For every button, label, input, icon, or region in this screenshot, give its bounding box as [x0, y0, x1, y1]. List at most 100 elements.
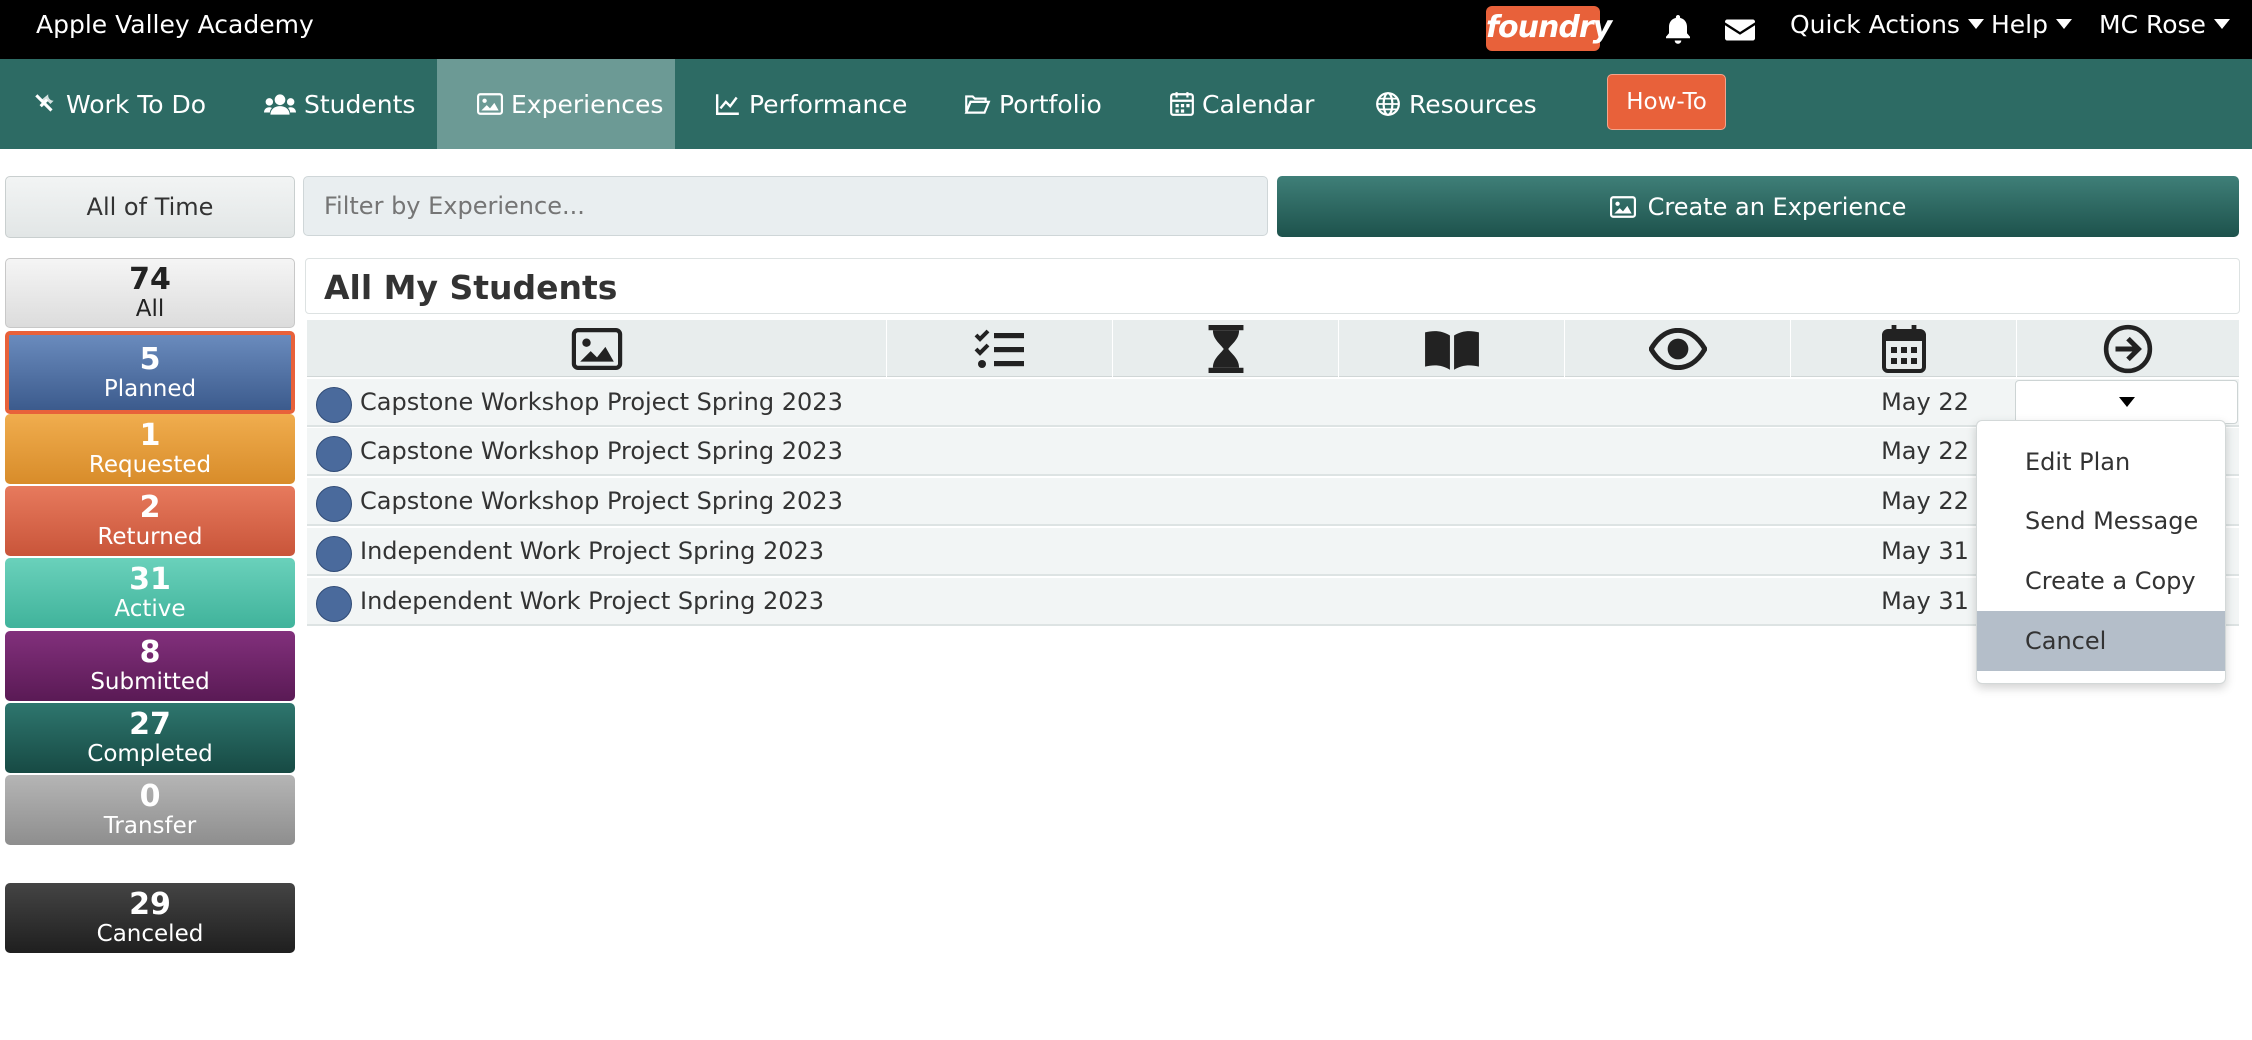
nav-calendar[interactable]: Calendar: [1155, 59, 1355, 149]
table-header: [307, 320, 2239, 377]
user-menu[interactable]: MC Rose: [2099, 10, 2230, 40]
table-row[interactable]: Capstone Workshop Project Spring 2023 Ma…: [307, 478, 2239, 526]
status-count: 27: [129, 707, 171, 742]
main-nav: Work To Do Students Experiences Performa…: [0, 59, 2252, 149]
status-label: All: [135, 296, 165, 322]
nav-label: Students: [304, 89, 416, 119]
status-dot: [316, 536, 352, 572]
due-date: May 31: [1881, 587, 1969, 615]
status-filter-transfer[interactable]: 0 Transfer: [5, 775, 295, 845]
status-label: Transfer: [103, 813, 197, 839]
nav-portfolio[interactable]: Portfolio: [945, 59, 1155, 149]
experience-title[interactable]: Capstone Workshop Project Spring 2023: [360, 388, 843, 416]
image-icon: [571, 327, 622, 370]
column-visibility[interactable]: [1565, 320, 1791, 377]
status-label: Canceled: [96, 921, 204, 947]
status-label: Completed: [87, 741, 213, 767]
globe-icon: [1376, 92, 1400, 116]
chevron-down-icon: [2056, 19, 2072, 29]
table-row[interactable]: Capstone Workshop Project Spring 2023 Ma…: [307, 379, 2239, 427]
chart-line-icon: [715, 94, 739, 115]
help-label: Help: [1991, 10, 2048, 39]
help-menu[interactable]: Help: [1991, 10, 2072, 40]
menu-item-cancel[interactable]: Cancel: [1977, 611, 2225, 671]
envelope-icon[interactable]: [1722, 12, 1758, 48]
due-date: May 22: [1881, 437, 1969, 465]
nav-resources[interactable]: Resources: [1355, 59, 1555, 149]
caret-down-icon: [2118, 397, 2135, 407]
bell-icon[interactable]: [1660, 12, 1696, 48]
calendar-icon: [1881, 324, 1926, 373]
table-row[interactable]: Independent Work Project Spring 2023 May…: [307, 528, 2239, 576]
nav-work-to-do[interactable]: Work To Do: [0, 59, 252, 149]
quick-actions-label: Quick Actions: [1790, 10, 1960, 39]
nav-performance[interactable]: Performance: [675, 59, 945, 149]
column-learning[interactable]: [1339, 320, 1565, 377]
foundry-logo[interactable]: foundry: [1486, 6, 1612, 51]
due-date: May 22: [1881, 487, 1969, 515]
chevron-down-icon: [1967, 19, 1984, 29]
nav-label: Resources: [1409, 89, 1537, 119]
nav-label: Experiences: [511, 89, 664, 119]
create-experience-button[interactable]: Create an Experience: [1277, 176, 2239, 237]
time-range-button[interactable]: All of Time: [5, 176, 295, 238]
nav-label: Work To Do: [66, 89, 207, 119]
nav-students[interactable]: Students: [252, 59, 437, 149]
status-filter-returned[interactable]: 2 Returned: [5, 486, 295, 556]
nav-label: Calendar: [1202, 89, 1315, 119]
status-filter-all[interactable]: 74 All: [5, 258, 295, 328]
status-label: Planned: [103, 375, 197, 402]
status-count: 29: [129, 887, 171, 922]
how-to-button[interactable]: How-To: [1607, 74, 1726, 130]
status-filter-completed[interactable]: 27 Completed: [5, 703, 295, 773]
status-filter-submitted[interactable]: 8 Submitted: [5, 631, 295, 701]
tools-icon: [35, 94, 54, 112]
table-row[interactable]: Capstone Workshop Project Spring 2023 Ma…: [307, 428, 2239, 476]
nav-experiences[interactable]: Experiences: [437, 59, 675, 149]
status-dot: [316, 436, 352, 472]
menu-item-create-copy[interactable]: Create a Copy: [1977, 552, 2225, 610]
user-name: MC Rose: [2099, 10, 2206, 39]
create-experience-label: Create an Experience: [1647, 192, 1907, 221]
experience-title[interactable]: Independent Work Project Spring 2023: [360, 587, 824, 615]
status-count: 1: [139, 418, 161, 453]
tasks-icon: [974, 329, 1024, 368]
hourglass-icon: [1208, 324, 1243, 373]
nav-label: Portfolio: [999, 89, 1102, 119]
status-dot: [316, 586, 352, 622]
status-dot: [316, 486, 352, 522]
school-name: Apple Valley Academy: [36, 10, 314, 39]
image-icon: [1609, 195, 1636, 218]
column-actions[interactable]: [2017, 320, 2239, 377]
table-row[interactable]: Independent Work Project Spring 2023 May…: [307, 578, 2239, 626]
nav-label: Performance: [749, 89, 908, 119]
chevron-down-icon: [2213, 19, 2230, 29]
status-count: 5: [139, 341, 161, 377]
top-bar: Apple Valley Academy foundry Quick Actio…: [0, 0, 2252, 59]
experience-filter-input[interactable]: [303, 176, 1268, 236]
column-image[interactable]: [307, 320, 887, 377]
row-actions-dropdown[interactable]: [2015, 380, 2238, 424]
menu-item-send-message[interactable]: Send Message: [1977, 492, 2225, 550]
status-filter-canceled[interactable]: 29 Canceled: [5, 883, 295, 953]
experience-title[interactable]: Capstone Workshop Project Spring 2023: [360, 487, 843, 515]
experience-title[interactable]: Capstone Workshop Project Spring 2023: [360, 437, 843, 465]
folder-open-icon: [964, 95, 991, 114]
column-due-date[interactable]: [1791, 320, 2017, 377]
quick-actions-menu[interactable]: Quick Actions: [1790, 10, 1984, 40]
users-icon: [264, 94, 296, 115]
experience-title[interactable]: Independent Work Project Spring 2023: [360, 537, 824, 565]
status-label: Submitted: [90, 669, 210, 695]
column-tasks[interactable]: [887, 320, 1113, 377]
status-filter-planned[interactable]: 5 Planned: [5, 331, 295, 414]
status-filter-requested[interactable]: 1 Requested: [5, 414, 295, 484]
status-count: 0: [139, 779, 161, 814]
status-label: Requested: [88, 452, 212, 478]
status-count: 8: [139, 635, 161, 670]
calendar-icon: [1170, 92, 1194, 116]
image-icon: [477, 93, 503, 115]
due-date: May 31: [1881, 537, 1969, 565]
menu-item-edit-plan[interactable]: Edit Plan: [1977, 433, 2225, 491]
status-filter-active[interactable]: 31 Active: [5, 558, 295, 628]
column-duration[interactable]: [1113, 320, 1339, 377]
